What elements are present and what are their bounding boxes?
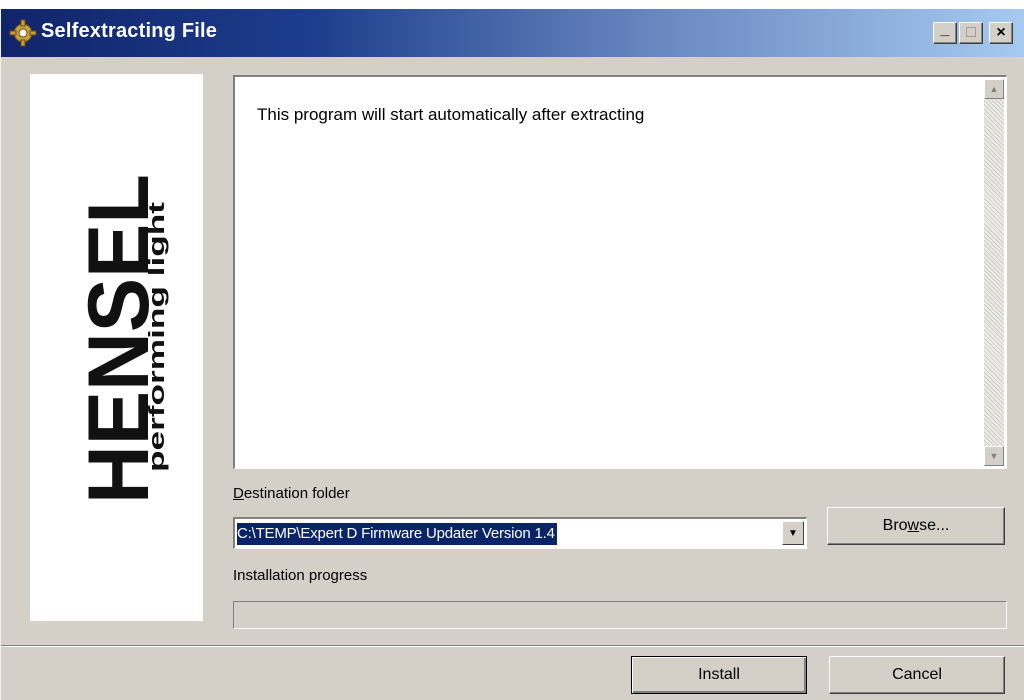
destination-value[interactable]: C:\TEMP\Expert D Firmware Updater Versio… [237,523,557,545]
selfextract-window: Selfextracting File _ □ × HENSEL perform… [0,9,1024,700]
browse-button[interactable]: Browse... [827,507,1005,545]
logo-tagline: performing light [144,201,169,472]
dropdown-button[interactable]: ▼ [782,521,804,545]
close-button[interactable]: × [989,22,1013,44]
gear-icon [9,19,37,47]
browse-label: Browse... [882,517,950,534]
minimize-button[interactable]: _ [933,21,957,44]
window-title: Selfextracting File [41,20,218,42]
title-bar[interactable]: Selfextracting File _ □ × [1,9,1024,57]
message-text: This program will start automatically af… [257,105,645,124]
logo-panel: HENSEL performing light [30,74,203,621]
maximize-icon: □ [966,24,976,41]
down-arrow-icon: ▼ [989,451,999,461]
destination-label: Destination folder [233,485,350,502]
destination-combobox[interactable]: C:\TEMP\Expert D Firmware Updater Versio… [233,517,807,549]
close-icon: × [996,24,1006,41]
message-box[interactable]: This program will start automatically af… [233,75,1007,469]
chevron-down-icon: ▼ [788,527,798,539]
install-button[interactable]: Install [631,656,807,694]
scroll-up-button[interactable]: ▲ [984,79,1004,99]
up-arrow-icon: ▲ [989,84,999,94]
maximize-button[interactable]: □ [959,22,983,44]
vertical-scrollbar[interactable]: ▲ ▼ [984,79,1004,466]
minimize-icon: _ [940,21,950,38]
cancel-button[interactable]: Cancel [829,656,1005,694]
hensel-logo: HENSEL performing light [71,174,169,504]
installation-progress-bar [233,601,1007,629]
cancel-label: Cancel [892,666,942,683]
scroll-down-button[interactable]: ▼ [984,446,1004,466]
install-label: Install [698,666,740,683]
progress-label: Installation progress [233,567,368,584]
